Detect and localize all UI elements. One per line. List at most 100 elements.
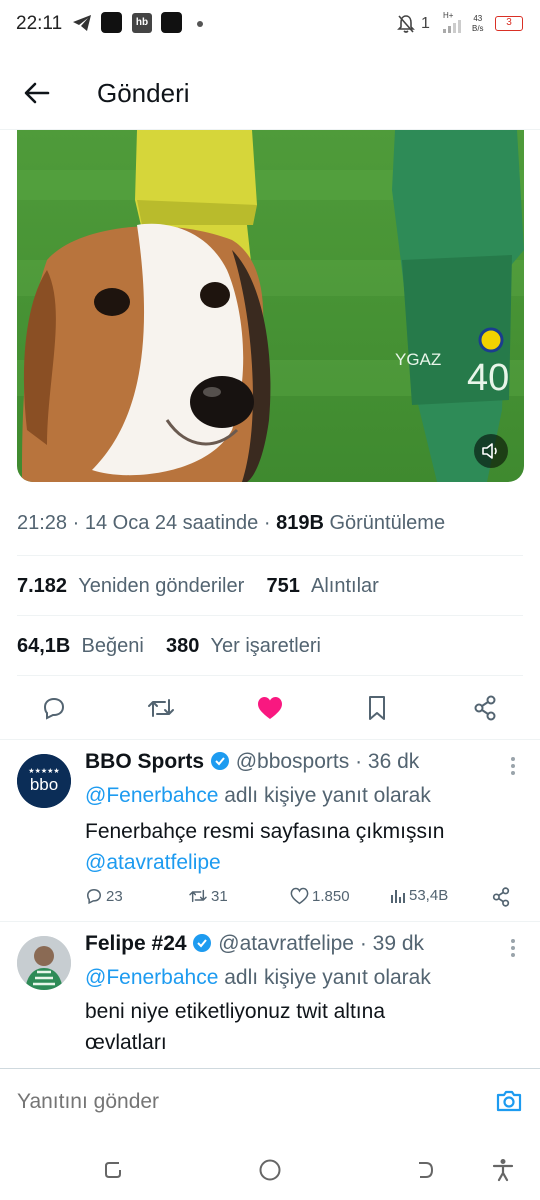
reposts-label[interactable]: Yeniden gönderiler — [78, 575, 244, 597]
reply-author-handle[interactable]: @atavratfelipe — [218, 932, 354, 955]
svg-text:★★★★★: ★★★★★ — [28, 767, 59, 775]
arrow-left-icon — [24, 82, 50, 104]
divider — [17, 615, 523, 616]
speaker-icon — [482, 443, 497, 459]
camera-button[interactable] — [494, 1086, 524, 1116]
accessibility-button[interactable] — [487, 1154, 519, 1186]
reply-to-link[interactable]: @Fenerbahce — [85, 784, 218, 807]
divider — [17, 675, 523, 676]
svg-text:bbo: bbo — [30, 775, 58, 794]
repost-button[interactable] — [141, 684, 181, 732]
views-count: 819B — [276, 512, 324, 534]
like-stats: 64,1B Beğeni 380 Yer işaretleri — [17, 635, 321, 658]
mute-icon — [397, 14, 415, 39]
replying-to: @Fenerbahce adlı kişiye yanıt olarak — [85, 966, 431, 989]
page-title: Gönderi — [97, 78, 190, 108]
top-bar: Gönderi — [0, 50, 540, 130]
heart-filled-icon — [258, 697, 282, 719]
quotes-count[interactable]: 751 — [267, 575, 300, 597]
reply-text: Fenerbahçe resmi sayfasına çıkmışsın @at… — [85, 816, 505, 878]
bookmarks-count[interactable]: 380 — [166, 635, 199, 657]
more-notifications-dot — [197, 21, 203, 27]
app-notification-icon — [161, 12, 182, 33]
verified-badge-icon — [210, 752, 229, 770]
mention-link[interactable]: @atavratfelipe — [85, 847, 505, 878]
bbo-sports-logo-icon: ★★★★★ bbo — [17, 754, 71, 808]
reply-author-handle[interactable]: @bbosports — [236, 750, 350, 773]
jersey-number: 40 — [467, 357, 509, 399]
system-navigation-bar — [0, 1140, 540, 1200]
divider — [17, 555, 523, 556]
share-icon — [492, 887, 510, 907]
likes-count[interactable]: 64,1B — [17, 635, 70, 657]
like-button[interactable] — [250, 684, 290, 732]
quotes-label[interactable]: Alıntılar — [311, 575, 379, 597]
more-vertical-icon — [511, 757, 515, 775]
user-avatar-icon — [17, 936, 71, 990]
more-options-button[interactable] — [510, 756, 518, 781]
reply-metrics: 23 31 1.850 53,4B — [85, 887, 515, 911]
volume-button[interactable] — [474, 434, 508, 468]
reply-like-button[interactable]: 1.850 — [290, 887, 350, 905]
hb-app-icon: hb — [132, 13, 152, 33]
reply-time: 39 dk — [372, 932, 425, 955]
comment-icon — [43, 697, 65, 720]
replying-to: @Fenerbahce adlı kişiye yanıt olarak — [85, 784, 431, 807]
status-time: 22:11 — [16, 13, 63, 34]
tweet-time: 21:28 — [17, 512, 68, 534]
avatar[interactable] — [17, 936, 71, 990]
reply-input[interactable] — [17, 1090, 417, 1114]
reply-share-button[interactable] — [491, 887, 511, 907]
reply-tweet[interactable]: Felipe #24 @atavratfelipe · 39 dk @Fener… — [0, 922, 540, 1068]
back-button[interactable] — [20, 76, 54, 110]
bookmark-icon — [369, 696, 385, 720]
home-circle-icon — [259, 1159, 281, 1181]
reply-to-link[interactable]: @Fenerbahce — [85, 966, 218, 989]
tweet-actions — [0, 684, 540, 732]
telegram-icon — [72, 14, 92, 37]
verified-badge-icon — [193, 934, 212, 952]
avatar[interactable]: ★★★★★ bbo — [17, 754, 71, 808]
analytics-icon — [391, 889, 405, 903]
recent-apps-button[interactable] — [98, 1154, 130, 1186]
sim-icon: 1 — [421, 15, 430, 32]
reply-header: BBO Sports @bbosports · 36 dk — [85, 750, 420, 773]
reply-composer — [0, 1068, 540, 1130]
comment-icon — [87, 889, 101, 905]
more-options-button[interactable] — [510, 938, 518, 963]
reply-comment-button[interactable]: 23 — [85, 887, 123, 905]
heart-icon — [290, 887, 309, 905]
network-speed: 43 B/s — [472, 14, 484, 33]
home-button[interactable] — [254, 1154, 286, 1186]
back-nav-button[interactable] — [409, 1154, 441, 1186]
tweet-meta: 21:28 · 14 Oca 24 saatinde · 819B Görünt… — [17, 512, 446, 534]
battery-indicator: 3 — [495, 16, 523, 31]
bookmarks-label[interactable]: Yer işaretleri — [211, 635, 321, 657]
status-bar: 22:11 hb 1 H+ 43 B/s 3 — [0, 0, 540, 50]
reposts-count[interactable]: 7.182 — [17, 575, 67, 597]
views-label: Görüntüleme — [329, 512, 446, 534]
jersey-sponsor: YGAZ — [395, 350, 441, 369]
video-frame: 40 YGAZ — [17, 130, 524, 482]
reply-author-name[interactable]: Felipe #24 — [85, 932, 187, 955]
reply-repost-button[interactable]: 31 — [188, 887, 228, 905]
app-notification-icon — [101, 12, 122, 33]
camera-icon — [496, 1090, 522, 1112]
tweet-video[interactable]: 40 YGAZ — [17, 130, 524, 482]
back-nav-icon — [419, 1162, 434, 1178]
signal-icon — [443, 20, 463, 38]
repost-icon — [148, 699, 174, 717]
reply-time: 36 dk — [367, 750, 420, 773]
reply-header: Felipe #24 @atavratfelipe · 39 dk — [85, 932, 425, 955]
bookmark-button[interactable] — [357, 684, 397, 732]
reply-author-name[interactable]: BBO Sports — [85, 750, 204, 773]
network-type: H+ — [443, 11, 454, 20]
share-icon — [474, 695, 496, 721]
reply-views-button[interactable]: 53,4B — [390, 887, 448, 904]
share-button[interactable] — [465, 684, 505, 732]
likes-label[interactable]: Beğeni — [82, 635, 144, 657]
tweet-date: 14 Oca 24 saatinde — [84, 512, 259, 534]
repost-icon — [189, 889, 207, 903]
reply-button[interactable] — [34, 684, 74, 732]
reply-tweet[interactable]: ★★★★★ bbo BBO Sports @bbosports · 36 dk … — [0, 740, 540, 920]
